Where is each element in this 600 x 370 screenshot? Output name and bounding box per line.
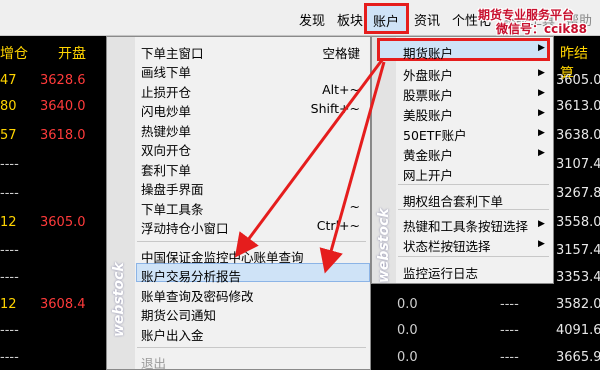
annotation-arrows — [234, 59, 386, 274]
arrow-to-cfmmc — [234, 59, 384, 258]
arrow-to-report — [319, 61, 386, 274]
